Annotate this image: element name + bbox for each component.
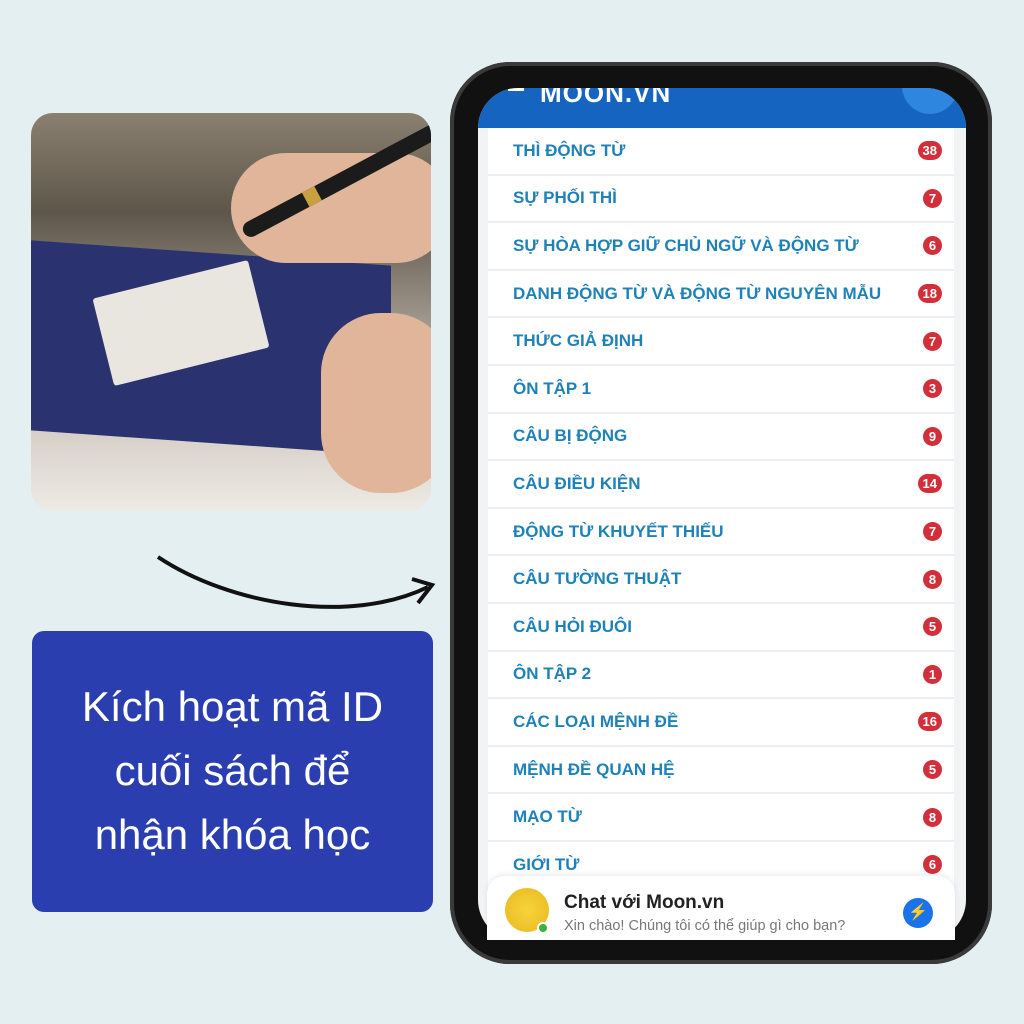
- hand: [231, 153, 431, 263]
- topic-row[interactable]: SỰ PHỐI THÌ 7: [488, 175, 954, 224]
- count-badge: 5: [923, 760, 942, 780]
- topic-label: GIỚI TỪ: [513, 854, 580, 874]
- topic-row[interactable]: ĐỘNG TỪ KHUYẾT THIẾU 7: [488, 508, 954, 557]
- topic-label: CÂU ĐIỀU KIỆN: [513, 473, 641, 493]
- chat-subtitle: Xin chào! Chúng tôi có thể giúp gì cho b…: [564, 918, 846, 934]
- topic-row[interactable]: THÌ ĐỘNG TỪ 38: [488, 128, 954, 176]
- count-badge: 38: [917, 141, 942, 161]
- topic-row[interactable]: MẠO TỪ 8: [488, 794, 954, 842]
- count-badge: 16: [917, 712, 942, 732]
- topic-list: THÌ ĐỘNG TỪ 38 SỰ PHỐI THÌ 7 SỰ HÒA HỢP GIỮ …: [488, 128, 954, 890]
- topic-label: MỆNH ĐỀ QUAN HỆ: [513, 759, 675, 779]
- topic-label: SỰ PHỐI THÌ: [513, 188, 617, 208]
- phone-screen: MOON.VN THÌ ĐỘNG TỪ 38 SỰ PHỐI THÌ 7 SỰ HÒA …: [478, 88, 966, 940]
- messenger-icon[interactable]: ⚡: [903, 898, 933, 928]
- topic-label: CÂU BỊ ĐỘNG: [513, 426, 628, 446]
- chat-widget[interactable]: Chat với Moon.vn Xin chào! Chúng tôi có …: [487, 876, 955, 940]
- count-badge: 8: [923, 807, 942, 827]
- chat-title: Chat với Moon.vn: [564, 892, 725, 913]
- book-activation-photo: [31, 113, 431, 511]
- topic-row[interactable]: CÂU TƯỜNG THUẬT 8: [488, 556, 954, 604]
- topic-label: CÂU TƯỜNG THUẬT: [513, 569, 682, 589]
- promo-line: cuối sách để: [114, 747, 351, 794]
- promo-line: nhận khóa học: [94, 811, 371, 858]
- topic-row[interactable]: CÂU BỊ ĐỘNG 9: [488, 413, 954, 462]
- topic-label: THỨC GIẢ ĐỊNH: [513, 331, 644, 351]
- count-badge: 7: [923, 522, 942, 542]
- topic-row[interactable]: MỆNH ĐỀ QUAN HỆ 5: [488, 746, 954, 795]
- promo-line: Kích hoạt mã ID: [81, 683, 384, 730]
- arrow-icon: [156, 555, 436, 609]
- count-badge: 9: [923, 426, 942, 446]
- count-badge: 7: [923, 331, 942, 351]
- topic-row[interactable]: ÔN TẬP 2 1: [488, 651, 954, 700]
- topic-label: ÔN TẬP 2: [513, 664, 592, 684]
- topic-label: CÂU HỎI ĐUÔI: [513, 616, 632, 636]
- menu-icon[interactable]: [508, 88, 524, 91]
- topic-label: SỰ HÒA HỢP GIỮ CHỦ NGỮ VÀ ĐỘNG TỪ: [513, 235, 859, 255]
- count-badge: 5: [923, 617, 942, 637]
- topic-label: THÌ ĐỘNG TỪ: [513, 140, 626, 160]
- topic-label: MẠO TỪ: [513, 807, 582, 827]
- app-header: MOON.VN: [478, 88, 966, 128]
- promo-banner: Kích hoạt mã ID cuối sách để nhận khóa h…: [32, 631, 433, 912]
- logo[interactable]: MOON.VN: [540, 88, 671, 109]
- count-badge: 18: [917, 284, 942, 304]
- topic-row[interactable]: CÂU ĐIỀU KIỆN 14: [488, 461, 954, 509]
- count-badge: 6: [923, 855, 942, 875]
- topic-row[interactable]: ÔN TẬP 1 3: [488, 365, 954, 414]
- count-badge: 7: [923, 188, 942, 208]
- hand: [321, 313, 431, 493]
- topic-row[interactable]: THỨC GIẢ ĐỊNH 7: [488, 318, 954, 366]
- online-status-icon: [537, 922, 549, 934]
- count-badge: 1: [923, 664, 942, 684]
- count-badge: 6: [923, 236, 942, 256]
- topic-row[interactable]: DANH ĐỘNG TỪ VÀ ĐỘNG TỪ NGUYÊN MẪU 18: [488, 270, 954, 319]
- count-badge: 3: [923, 379, 942, 399]
- header-action-button[interactable]: [902, 88, 958, 114]
- count-badge: 14: [917, 474, 942, 494]
- topic-row[interactable]: CÂU HỎI ĐUÔI 5: [488, 603, 954, 652]
- topic-row[interactable]: SỰ HÒA HỢP GIỮ CHỦ NGỮ VÀ ĐỘNG TỪ 6: [488, 223, 954, 271]
- topic-label: ĐỘNG TỪ KHUYẾT THIẾU: [513, 521, 724, 541]
- count-badge: 8: [923, 569, 942, 589]
- topic-label: ÔN TẬP 1: [513, 378, 592, 398]
- topic-label: DANH ĐỘNG TỪ VÀ ĐỘNG TỪ NGUYÊN MẪU: [513, 283, 882, 303]
- topic-label: CÁC LOẠI MỆNH ĐỀ: [513, 711, 679, 731]
- topic-row[interactable]: CÁC LOẠI MỆNH ĐỀ 16: [488, 699, 954, 747]
